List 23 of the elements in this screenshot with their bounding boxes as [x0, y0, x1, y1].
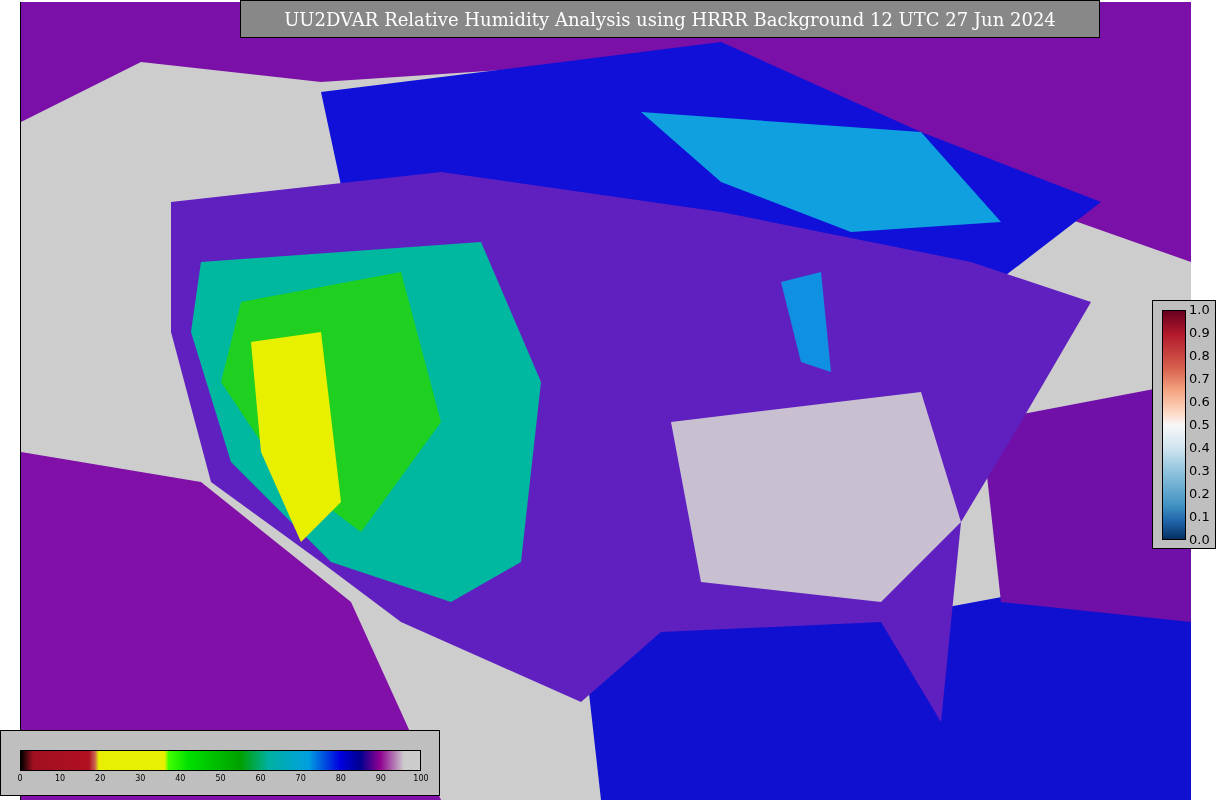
chart-title: UU2DVAR Relative Humidity Analysis using HRRR Background 12 UTC 27 Jun 2024: [240, 0, 1100, 38]
tick-label: 0: [16, 774, 24, 783]
tick-label: 0.7: [1189, 371, 1210, 387]
tick-label: 0.2: [1189, 486, 1210, 502]
tick-label: 0.5: [1189, 417, 1210, 433]
tick-label: 0.4: [1189, 440, 1210, 456]
tick-label: 0.1: [1189, 509, 1210, 525]
tick-label: 10: [54, 774, 67, 783]
tick-label: 0.8: [1189, 348, 1210, 364]
tick-label: 100: [412, 774, 430, 783]
tick-label: 60: [254, 774, 267, 783]
tick-label: 20: [94, 774, 107, 783]
tick-label: 50: [214, 774, 227, 783]
tick-label: 0.0: [1189, 532, 1210, 548]
tick-label: 0.3: [1189, 463, 1210, 479]
tick-label: 1.0: [1189, 302, 1210, 318]
tick-label: 30: [134, 774, 147, 783]
tick-label: 40: [174, 774, 187, 783]
tick-label: 90: [374, 774, 387, 783]
tick-label: 70: [294, 774, 307, 783]
tick-label: 0.9: [1189, 325, 1210, 341]
tick-label: 0.6: [1189, 394, 1210, 410]
tick-label: 80: [334, 774, 347, 783]
